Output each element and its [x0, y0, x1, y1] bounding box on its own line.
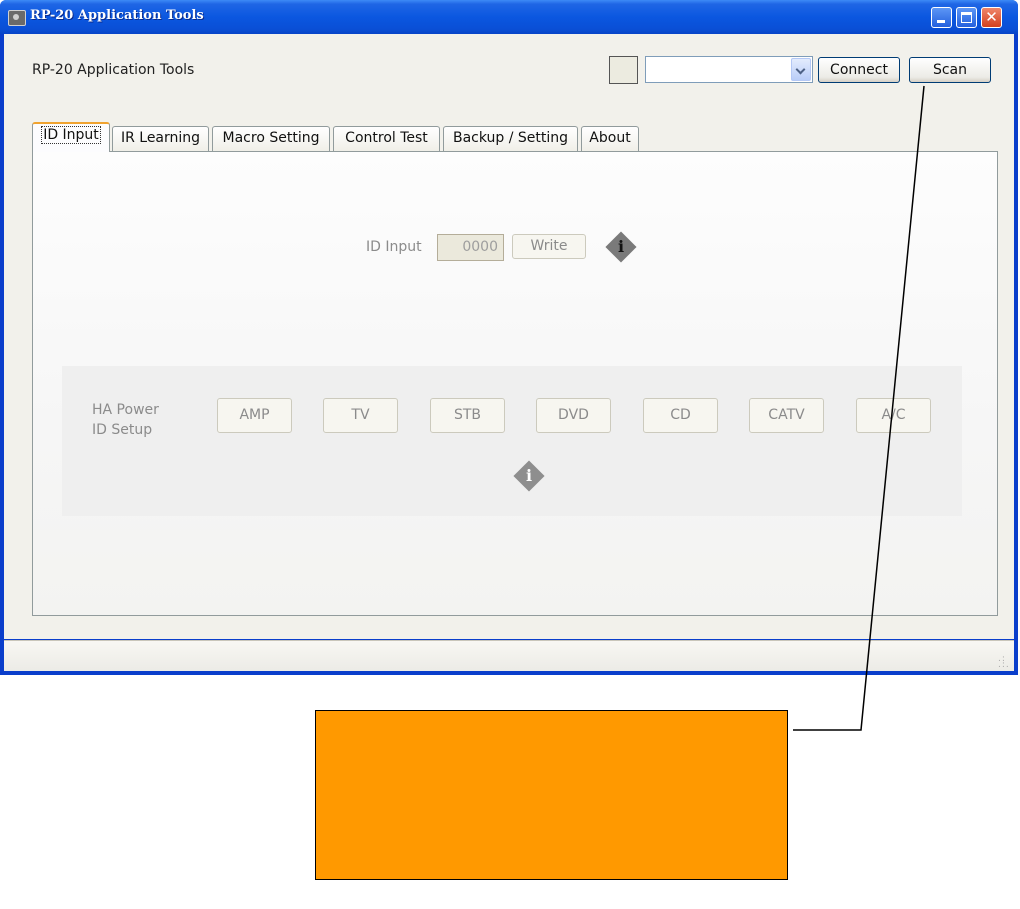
callout-leader-line	[793, 85, 925, 731]
tab-id-input[interactable]: ID Input	[32, 122, 110, 152]
tab-label: ID Input	[41, 126, 101, 144]
